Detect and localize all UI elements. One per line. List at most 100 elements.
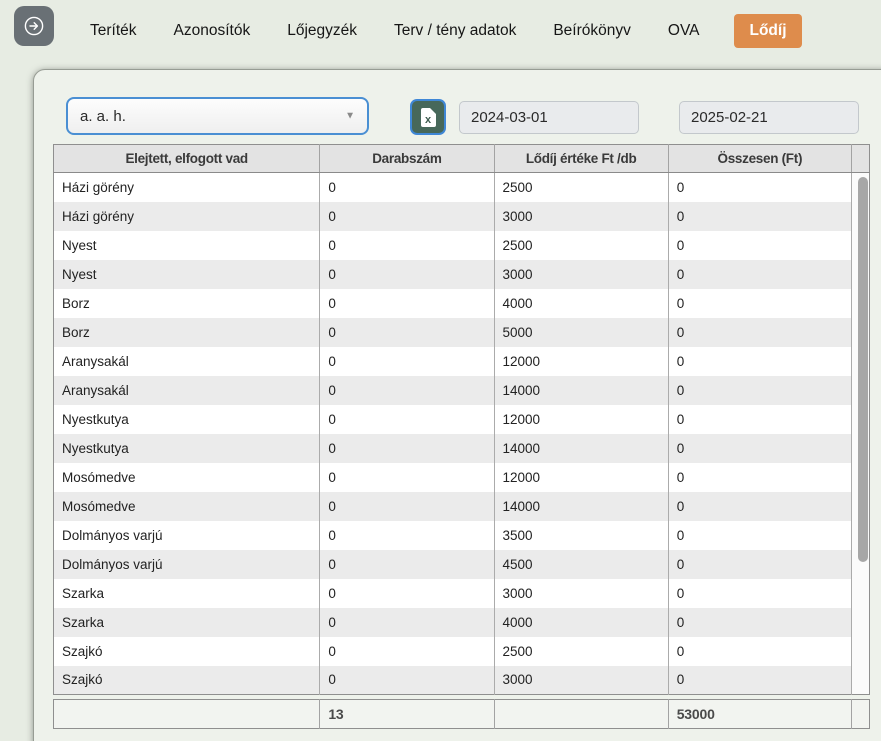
value-cell: 12000 (494, 463, 668, 492)
value-cell: 0 (668, 492, 851, 521)
species-cell: Nyestkutya (54, 405, 320, 434)
value-cell: 0 (320, 202, 494, 231)
value-cell: 0 (320, 405, 494, 434)
table-row: Dolmányos varjú045000 (54, 550, 870, 579)
tab-teritek[interactable]: Teríték (88, 14, 139, 48)
value-cell: 0 (668, 550, 851, 579)
species-select[interactable]: a. a. h. ▼ (66, 97, 369, 135)
value-cell: 0 (320, 434, 494, 463)
totals-osszesen: 53000 (668, 700, 851, 729)
scrollbar-track-cell[interactable] (851, 666, 869, 695)
value-cell: 0 (668, 347, 851, 376)
table-row: Nyestkutya0140000 (54, 434, 870, 463)
value-cell: 14000 (494, 376, 668, 405)
value-cell: 0 (320, 260, 494, 289)
value-cell: 0 (320, 550, 494, 579)
lodij-table-area: Elejtett, elfogott vad Darabszám Lődíj é… (53, 144, 870, 729)
table-row: Szajkó030000 (54, 666, 870, 695)
value-cell: 0 (320, 637, 494, 666)
table-header: Elejtett, elfogott vad Darabszám Lődíj é… (54, 145, 870, 173)
table-row: Nyestkutya0120000 (54, 405, 870, 434)
tab-lojegyzek[interactable]: Lőjegyzék (285, 14, 359, 48)
value-cell: 0 (320, 463, 494, 492)
value-cell: 12000 (494, 347, 668, 376)
value-cell: 0 (320, 173, 494, 202)
column-header-osszesen: Összesen (Ft) (668, 145, 851, 173)
species-cell: Nyestkutya (54, 434, 320, 463)
table-row: Dolmányos varjú035000 (54, 521, 870, 550)
value-cell: 0 (668, 579, 851, 608)
value-cell: 4500 (494, 550, 668, 579)
value-cell: 0 (320, 347, 494, 376)
species-cell: Mosómedve (54, 463, 320, 492)
species-cell: Borz (54, 289, 320, 318)
scrollbar-track-cell[interactable] (851, 579, 869, 608)
species-cell: Mosómedve (54, 492, 320, 521)
value-cell: 0 (320, 521, 494, 550)
excel-export-button[interactable]: x (410, 99, 446, 135)
value-cell: 0 (668, 434, 851, 463)
value-cell: 0 (668, 463, 851, 492)
value-cell: 14000 (494, 434, 668, 463)
column-header-lodij-ertek: Lődíj értéke Ft /db (494, 145, 668, 173)
tab-azonositok[interactable]: Azonosítók (172, 14, 253, 48)
value-cell: 0 (320, 492, 494, 521)
value-cell: 5000 (494, 318, 668, 347)
table-row: Borz040000 (54, 289, 870, 318)
value-cell: 0 (320, 318, 494, 347)
tab-lodij[interactable]: Lődíj (734, 14, 801, 48)
value-cell: 3000 (494, 579, 668, 608)
value-cell: 0 (668, 637, 851, 666)
value-cell: 4000 (494, 608, 668, 637)
value-cell: 0 (320, 289, 494, 318)
date-to-input[interactable] (679, 101, 859, 134)
value-cell: 2500 (494, 231, 668, 260)
column-header-scrollbar-spacer (851, 145, 869, 173)
totals-darabszam: 13 (320, 700, 494, 729)
species-cell: Nyest (54, 231, 320, 260)
column-header-species: Elejtett, elfogott vad (54, 145, 320, 173)
table-row: Borz050000 (54, 318, 870, 347)
value-cell: 2500 (494, 173, 668, 202)
table-row: Szarka030000 (54, 579, 870, 608)
scrollbar-track-cell[interactable] (851, 608, 869, 637)
species-cell: Borz (54, 318, 320, 347)
value-cell: 0 (320, 666, 494, 695)
table-row: Szarka040000 (54, 608, 870, 637)
species-cell: Dolmányos varjú (54, 550, 320, 579)
tab-ova[interactable]: OVA (666, 14, 702, 48)
table-row: Aranysakál0120000 (54, 347, 870, 376)
value-cell: 0 (668, 260, 851, 289)
species-cell: Dolmányos varjú (54, 521, 320, 550)
species-cell: Szajkó (54, 637, 320, 666)
table-row: Nyest030000 (54, 260, 870, 289)
species-cell: Szarka (54, 579, 320, 608)
value-cell: 14000 (494, 492, 668, 521)
table-row: Mosómedve0140000 (54, 492, 870, 521)
species-select-value: a. a. h. (80, 108, 126, 125)
species-cell: Aranysakál (54, 376, 320, 405)
totals-scrollbar-spacer (851, 700, 869, 729)
value-cell: 0 (320, 376, 494, 405)
table-row: Aranysakál0140000 (54, 376, 870, 405)
totals-row: 13 53000 (54, 700, 870, 729)
nav-tabs: Teríték Azonosítók Lőjegyzék Terv / tény… (88, 0, 802, 62)
tab-terv-teny[interactable]: Terv / tény adatok (392, 14, 518, 48)
sidebar-toggle-button[interactable] (14, 6, 54, 46)
scrollbar-track-cell[interactable] (851, 637, 869, 666)
date-from-input[interactable] (459, 101, 639, 134)
value-cell: 2500 (494, 637, 668, 666)
species-cell: Házi görény (54, 202, 320, 231)
value-cell: 0 (320, 608, 494, 637)
table-scrollbar-thumb[interactable] (858, 177, 868, 562)
value-cell: 0 (320, 579, 494, 608)
value-cell: 3000 (494, 260, 668, 289)
value-cell: 0 (668, 289, 851, 318)
value-cell: 0 (668, 376, 851, 405)
arrow-right-circle-icon (22, 14, 46, 38)
content-card: a. a. h. ▼ x Elejtett, elfogott vad Dara… (33, 69, 881, 741)
totals-empty-ertek (494, 700, 668, 729)
tab-beirokonyv[interactable]: Beírókönyv (551, 14, 633, 48)
species-cell: Aranysakál (54, 347, 320, 376)
species-cell: Nyest (54, 260, 320, 289)
